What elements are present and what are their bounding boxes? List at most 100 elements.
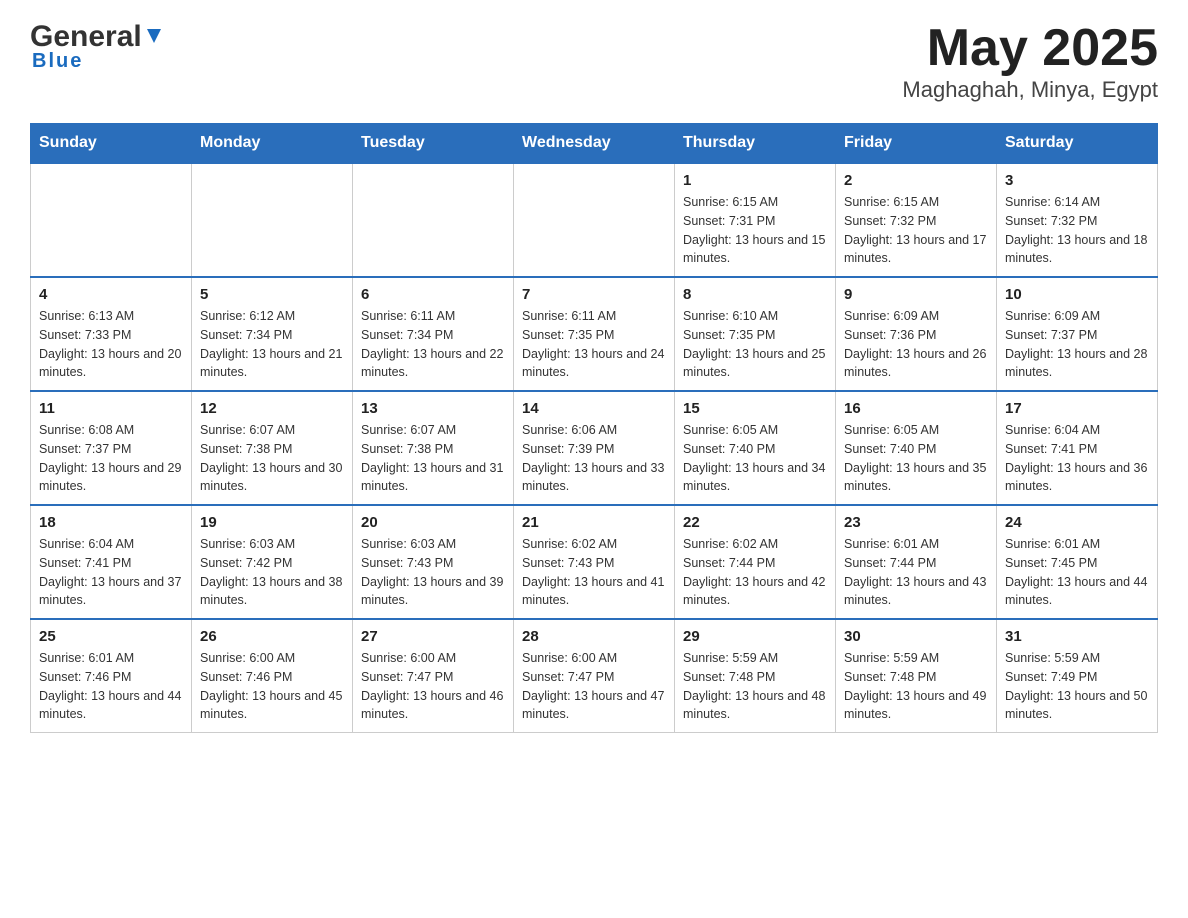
week-row-4: 18Sunrise: 6:04 AMSunset: 7:41 PMDayligh… bbox=[31, 505, 1158, 619]
day-cell-12: 12 Sunrise: 6:07 AMSunset: 7:38 PMDayligh… bbox=[192, 391, 353, 505]
day-header-saturday: Saturday bbox=[997, 124, 1158, 164]
day-number: 5 bbox=[200, 286, 344, 303]
day-info: Sunrise: 6:02 AMSunset: 7:44 PMDaylight:… bbox=[683, 535, 827, 610]
week-row-3: 11 Sunrise: 6:08 AMSunset: 7:37 PMDayligh… bbox=[31, 391, 1158, 505]
day-number: 11 bbox=[39, 400, 183, 417]
day-info: Sunrise: 5:59 AMSunset: 7:48 PMDaylight:… bbox=[683, 649, 827, 724]
logo-name: General bbox=[30, 20, 166, 54]
day-number: 3 bbox=[1005, 172, 1149, 189]
day-cell-29: 29Sunrise: 5:59 AMSunset: 7:48 PMDayligh… bbox=[675, 619, 836, 733]
day-info: Sunrise: 6:07 AMSunset: 7:38 PMDaylight:… bbox=[361, 421, 505, 496]
day-cell-16: 16 Sunrise: 6:05 AMSunset: 7:40 PMDayligh… bbox=[836, 391, 997, 505]
day-cell-2: 2 Sunrise: 6:15 AMSunset: 7:32 PMDaylight… bbox=[836, 163, 997, 277]
day-cell-23: 23 Sunrise: 6:01 AMSunset: 7:44 PMDayligh… bbox=[836, 505, 997, 619]
day-cell-26: 26 Sunrise: 6:00 AMSunset: 7:46 PMDayligh… bbox=[192, 619, 353, 733]
calendar-table: SundayMondayTuesdayWednesdayThursdayFrid… bbox=[30, 123, 1158, 733]
day-number: 19 bbox=[200, 514, 344, 531]
day-number: 6 bbox=[361, 286, 505, 303]
day-cell-6: 6Sunrise: 6:11 AMSunset: 7:34 PMDaylight… bbox=[353, 277, 514, 391]
day-cell-19: 19 Sunrise: 6:03 AMSunset: 7:42 PMDayligh… bbox=[192, 505, 353, 619]
day-number: 7 bbox=[522, 286, 666, 303]
day-info: Sunrise: 6:15 AMSunset: 7:31 PMDaylight:… bbox=[683, 193, 827, 268]
day-number: 28 bbox=[522, 628, 666, 645]
day-number: 30 bbox=[844, 628, 988, 645]
day-number: 13 bbox=[361, 400, 505, 417]
day-cell-25: 25 Sunrise: 6:01 AMSunset: 7:46 PMDayligh… bbox=[31, 619, 192, 733]
day-number: 10 bbox=[1005, 286, 1149, 303]
day-number: 1 bbox=[683, 172, 827, 189]
day-info: Sunrise: 6:10 AMSunset: 7:35 PMDaylight:… bbox=[683, 307, 827, 382]
empty-cell bbox=[353, 163, 514, 277]
day-info: Sunrise: 6:06 AMSunset: 7:39 PMDaylight:… bbox=[522, 421, 666, 496]
page-header: General Blue May 2025 Maghaghah, Minya, … bbox=[30, 20, 1158, 103]
day-number: 24 bbox=[1005, 514, 1149, 531]
day-cell-7: 7 Sunrise: 6:11 AMSunset: 7:35 PMDaylight… bbox=[514, 277, 675, 391]
day-number: 25 bbox=[39, 628, 183, 645]
day-number: 27 bbox=[361, 628, 505, 645]
day-info: Sunrise: 6:08 AMSunset: 7:37 PMDaylight:… bbox=[39, 421, 183, 496]
day-info: Sunrise: 6:01 AMSunset: 7:44 PMDaylight:… bbox=[844, 535, 988, 610]
day-info: Sunrise: 6:09 AMSunset: 7:37 PMDaylight:… bbox=[1005, 307, 1149, 382]
day-header-friday: Friday bbox=[836, 124, 997, 164]
day-info: Sunrise: 6:00 AMSunset: 7:47 PMDaylight:… bbox=[361, 649, 505, 724]
day-number: 23 bbox=[844, 514, 988, 531]
day-info: Sunrise: 6:01 AMSunset: 7:45 PMDaylight:… bbox=[1005, 535, 1149, 610]
day-info: Sunrise: 6:03 AMSunset: 7:42 PMDaylight:… bbox=[200, 535, 344, 610]
day-number: 12 bbox=[200, 400, 344, 417]
day-number: 26 bbox=[200, 628, 344, 645]
day-info: Sunrise: 6:05 AMSunset: 7:40 PMDaylight:… bbox=[683, 421, 827, 496]
day-info: Sunrise: 6:14 AMSunset: 7:32 PMDaylight:… bbox=[1005, 193, 1149, 268]
day-number: 15 bbox=[683, 400, 827, 417]
day-info: Sunrise: 6:15 AMSunset: 7:32 PMDaylight:… bbox=[844, 193, 988, 268]
day-cell-30: 30 Sunrise: 5:59 AMSunset: 7:48 PMDayligh… bbox=[836, 619, 997, 733]
day-info: Sunrise: 6:00 AMSunset: 7:46 PMDaylight:… bbox=[200, 649, 344, 724]
day-info: Sunrise: 5:59 AMSunset: 7:48 PMDaylight:… bbox=[844, 649, 988, 724]
day-number: 20 bbox=[361, 514, 505, 531]
day-info: Sunrise: 6:05 AMSunset: 7:40 PMDaylight:… bbox=[844, 421, 988, 496]
day-cell-31: 31 Sunrise: 5:59 AMSunset: 7:49 PMDayligh… bbox=[997, 619, 1158, 733]
day-number: 16 bbox=[844, 400, 988, 417]
day-info: Sunrise: 5:59 AMSunset: 7:49 PMDaylight:… bbox=[1005, 649, 1149, 724]
day-number: 22 bbox=[683, 514, 827, 531]
day-header-sunday: Sunday bbox=[31, 124, 192, 164]
day-number: 9 bbox=[844, 286, 988, 303]
day-info: Sunrise: 6:04 AMSunset: 7:41 PMDaylight:… bbox=[1005, 421, 1149, 496]
day-number: 31 bbox=[1005, 628, 1149, 645]
empty-cell bbox=[192, 163, 353, 277]
calendar-header-row: SundayMondayTuesdayWednesdayThursdayFrid… bbox=[31, 124, 1158, 164]
day-cell-15: 15 Sunrise: 6:05 AMSunset: 7:40 PMDayligh… bbox=[675, 391, 836, 505]
week-row-2: 4 Sunrise: 6:13 AMSunset: 7:33 PMDaylight… bbox=[31, 277, 1158, 391]
day-info: Sunrise: 6:01 AMSunset: 7:46 PMDaylight:… bbox=[39, 649, 183, 724]
day-info: Sunrise: 6:13 AMSunset: 7:33 PMDaylight:… bbox=[39, 307, 183, 382]
page-subtitle: Maghaghah, Minya, Egypt bbox=[902, 77, 1158, 103]
day-info: Sunrise: 6:02 AMSunset: 7:43 PMDaylight:… bbox=[522, 535, 666, 610]
logo-blue-text: Blue bbox=[32, 50, 83, 73]
day-cell-13: 13 Sunrise: 6:07 AMSunset: 7:38 PMDayligh… bbox=[353, 391, 514, 505]
day-cell-22: 22 Sunrise: 6:02 AMSunset: 7:44 PMDayligh… bbox=[675, 505, 836, 619]
day-cell-14: 14 Sunrise: 6:06 AMSunset: 7:39 PMDayligh… bbox=[514, 391, 675, 505]
day-cell-27: 27 Sunrise: 6:00 AMSunset: 7:47 PMDayligh… bbox=[353, 619, 514, 733]
day-number: 14 bbox=[522, 400, 666, 417]
day-info: Sunrise: 6:09 AMSunset: 7:36 PMDaylight:… bbox=[844, 307, 988, 382]
empty-cell bbox=[514, 163, 675, 277]
day-cell-4: 4 Sunrise: 6:13 AMSunset: 7:33 PMDaylight… bbox=[31, 277, 192, 391]
day-number: 17 bbox=[1005, 400, 1149, 417]
day-cell-18: 18Sunrise: 6:04 AMSunset: 7:41 PMDayligh… bbox=[31, 505, 192, 619]
day-cell-20: 20Sunrise: 6:03 AMSunset: 7:43 PMDayligh… bbox=[353, 505, 514, 619]
day-number: 18 bbox=[39, 514, 183, 531]
week-row-5: 25 Sunrise: 6:01 AMSunset: 7:46 PMDayligh… bbox=[31, 619, 1158, 733]
day-header-tuesday: Tuesday bbox=[353, 124, 514, 164]
day-cell-9: 9 Sunrise: 6:09 AMSunset: 7:36 PMDaylight… bbox=[836, 277, 997, 391]
day-info: Sunrise: 6:11 AMSunset: 7:35 PMDaylight:… bbox=[522, 307, 666, 382]
empty-cell bbox=[31, 163, 192, 277]
day-cell-11: 11 Sunrise: 6:08 AMSunset: 7:37 PMDayligh… bbox=[31, 391, 192, 505]
title-block: May 2025 Maghaghah, Minya, Egypt bbox=[902, 20, 1158, 103]
day-header-thursday: Thursday bbox=[675, 124, 836, 164]
page-title: May 2025 bbox=[902, 20, 1158, 77]
day-info: Sunrise: 6:00 AMSunset: 7:47 PMDaylight:… bbox=[522, 649, 666, 724]
day-cell-1: 1 Sunrise: 6:15 AMSunset: 7:31 PMDaylight… bbox=[675, 163, 836, 277]
day-number: 2 bbox=[844, 172, 988, 189]
day-number: 4 bbox=[39, 286, 183, 303]
day-info: Sunrise: 6:07 AMSunset: 7:38 PMDaylight:… bbox=[200, 421, 344, 496]
day-cell-24: 24 Sunrise: 6:01 AMSunset: 7:45 PMDayligh… bbox=[997, 505, 1158, 619]
